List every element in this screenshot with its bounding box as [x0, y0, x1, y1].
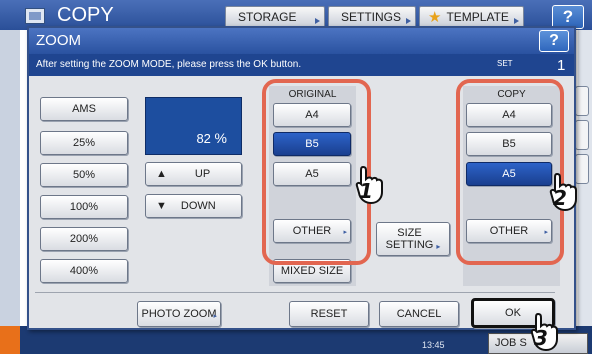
copy-a5-button[interactable]: A5: [466, 162, 552, 186]
star-icon: ★: [428, 9, 442, 26]
zoom-value: 82 %: [196, 130, 227, 146]
copy-label: COPY: [497, 89, 526, 100]
zoom-100-button[interactable]: 100%: [40, 195, 128, 219]
copy-app-icon: [25, 8, 45, 24]
callout-2-number: 2: [553, 186, 567, 210]
tab-settings[interactable]: SETTINGS: [328, 6, 416, 28]
dialog-help-button[interactable]: ?: [539, 30, 569, 52]
zoom-50-button[interactable]: 50%: [40, 163, 128, 187]
arrow-icon: ▸: [343, 229, 347, 236]
zoom-25-button[interactable]: 25%: [40, 131, 128, 155]
arrow-icon: ▸: [213, 313, 217, 320]
arrow-icon: ▸: [544, 229, 548, 236]
status-time: 13:45: [422, 340, 445, 350]
original-a4-button[interactable]: A4: [273, 103, 351, 127]
dialog-message: After setting the ZOOM MODE, please pres…: [29, 54, 574, 76]
tab-arrow-icon: [315, 18, 320, 24]
mixed-size-button[interactable]: MIXED SIZE: [273, 259, 351, 283]
copy-other-button[interactable]: OTHER ▸: [466, 219, 552, 243]
original-other-button[interactable]: OTHER ▸: [273, 219, 351, 243]
tab-arrow-icon: [406, 18, 411, 24]
cancel-button[interactable]: CANCEL: [379, 301, 459, 327]
tab-storage[interactable]: STORAGE: [225, 6, 325, 28]
zoom-400-button[interactable]: 400%: [40, 259, 128, 283]
copy-b5-button[interactable]: B5: [466, 132, 552, 156]
original-b5-button[interactable]: B5: [273, 132, 351, 156]
down-triangle-icon: ▼: [156, 200, 167, 212]
zoom-200-button[interactable]: 200%: [40, 227, 128, 251]
zoom-up-button[interactable]: ▲ UP: [145, 162, 242, 186]
zoom-value-display: 82 %: [145, 97, 242, 155]
callout-2-hand-icon: 2: [549, 172, 579, 212]
callout-3-number: 3: [534, 326, 548, 350]
background-side-button[interactable]: [575, 86, 589, 116]
callout-3-hand-icon: 3: [530, 312, 560, 352]
dialog-title: ZOOM: [29, 28, 574, 54]
background-status-indicator: [0, 326, 20, 354]
up-triangle-icon: ▲: [156, 168, 167, 180]
original-a5-button[interactable]: A5: [273, 162, 351, 186]
background-sidebar: [0, 30, 20, 330]
zoom-ams-button[interactable]: AMS: [40, 97, 128, 121]
arrow-icon: ▸: [436, 242, 441, 251]
original-label: ORIGINAL: [288, 89, 337, 100]
set-count: 1: [557, 57, 566, 74]
callout-1-hand-icon: 1: [355, 165, 385, 205]
background-title: COPY: [57, 4, 114, 26]
background-side-button[interactable]: [575, 120, 589, 150]
copy-a4-button[interactable]: A4: [466, 103, 552, 127]
tab-template-label: TEMPLATE: [446, 10, 509, 24]
callout-1-number: 1: [359, 179, 373, 203]
tab-template[interactable]: ★ TEMPLATE: [419, 6, 524, 28]
tab-settings-label: SETTINGS: [341, 10, 402, 24]
reset-button[interactable]: RESET: [289, 301, 369, 327]
zoom-down-button[interactable]: ▼ DOWN: [145, 194, 242, 218]
footer-divider: [35, 292, 555, 293]
photo-zoom-button[interactable]: PHOTO ZOOM ▸: [137, 301, 221, 327]
tab-storage-label: STORAGE: [238, 10, 297, 24]
tab-arrow-icon: [514, 18, 519, 24]
size-setting-button[interactable]: SIZE SETTING ▸: [376, 222, 450, 256]
set-label: SET: [497, 59, 513, 68]
